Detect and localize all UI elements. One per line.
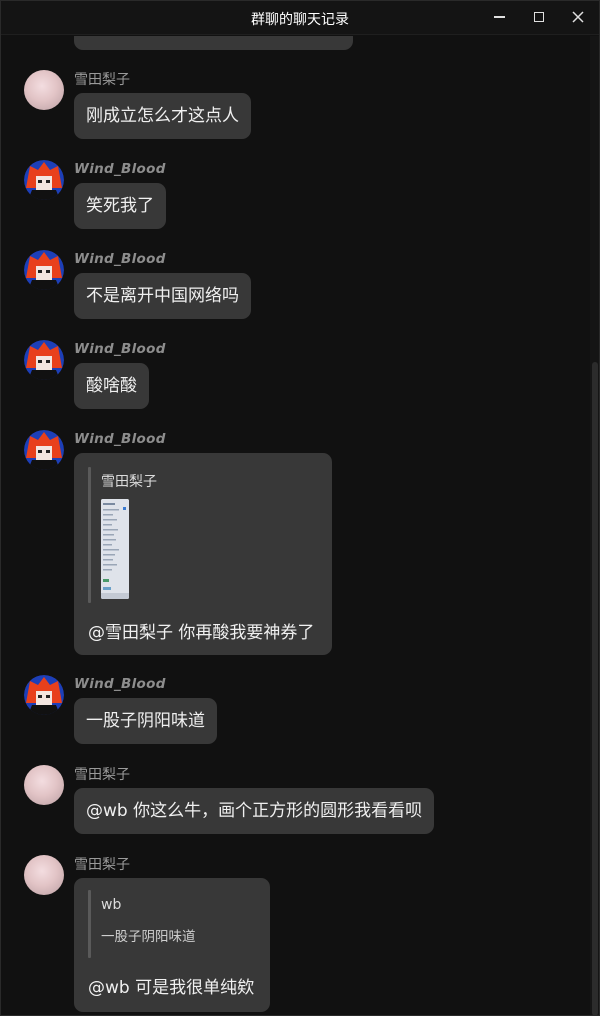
quote-author: wb <box>101 897 122 913</box>
title-bar: 群聊的聊天记录 <box>0 0 600 35</box>
sender-name[interactable]: 雪田梨子 <box>74 854 130 874</box>
red-hair-character-icon <box>24 430 64 470</box>
chat-history[interactable]: 雪田梨子 刚成立怎么才这点人 Wind_Blood 笑死我了 Wind_Bloo… <box>0 36 590 1016</box>
scrollbar-thumb[interactable] <box>592 362 598 1016</box>
message-bubble-with-quote[interactable]: 雪田梨子 @雪田梨子 你再酸我要神券了 <box>74 453 332 655</box>
avatar[interactable] <box>24 70 64 110</box>
sender-name[interactable]: Wind_Blood <box>74 341 166 357</box>
message-bubble[interactable]: 酸啥酸 <box>74 363 149 409</box>
maximize-icon <box>534 12 544 22</box>
avatar[interactable] <box>24 160 64 200</box>
message-bubble[interactable]: 刚成立怎么才这点人 <box>74 93 251 139</box>
quote-author: 雪田梨子 <box>101 474 157 490</box>
message-bubble[interactable]: 笑死我了 <box>74 183 166 229</box>
red-hair-character-icon <box>24 250 64 290</box>
screenshot-thumbnail-icon <box>101 499 129 599</box>
red-hair-character-icon <box>24 340 64 380</box>
avatar[interactable] <box>24 340 64 380</box>
quote-text: 一股子阴阳味道 <box>101 929 196 945</box>
message-bubble-cut-off <box>74 36 353 50</box>
message-bubble[interactable]: 一股子阴阳味道 <box>74 698 217 744</box>
avatar[interactable] <box>24 250 64 290</box>
scrollbar[interactable] <box>590 36 600 1016</box>
message-bubble-with-quote[interactable]: wb 一股子阴阳味道 @wb 可是我很单纯欸 <box>74 878 270 1012</box>
close-button[interactable] <box>566 6 590 28</box>
quoted-image-thumbnail[interactable] <box>101 499 129 599</box>
avatar[interactable] <box>24 675 64 715</box>
close-icon <box>572 11 584 23</box>
quote-bar <box>88 890 91 958</box>
minimize-button[interactable] <box>487 6 511 28</box>
red-hair-character-icon <box>24 160 64 200</box>
message-bubble[interactable]: 不是离开中国网络吗 <box>74 273 251 319</box>
sender-name[interactable]: Wind_Blood <box>74 251 166 267</box>
message-text: @雪田梨子 你再酸我要神券了 <box>88 623 315 643</box>
minimize-icon <box>493 16 505 18</box>
sender-name[interactable]: Wind_Blood <box>74 431 166 447</box>
maximize-button[interactable] <box>527 6 551 28</box>
sender-name[interactable]: 雪田梨子 <box>74 69 130 89</box>
avatar[interactable] <box>24 430 64 470</box>
avatar[interactable] <box>24 765 64 805</box>
sender-name[interactable]: 雪田梨子 <box>74 764 130 784</box>
red-hair-character-icon <box>24 675 64 715</box>
sender-name[interactable]: Wind_Blood <box>74 676 166 692</box>
message-text: @wb 可是我很单纯欸 <box>88 978 255 998</box>
sender-name[interactable]: Wind_Blood <box>74 161 166 177</box>
quote-bar <box>88 467 91 603</box>
avatar[interactable] <box>24 855 64 895</box>
message-bubble[interactable]: @wb 你这么牛，画个正方形的圆形我看看呗 <box>74 788 435 834</box>
